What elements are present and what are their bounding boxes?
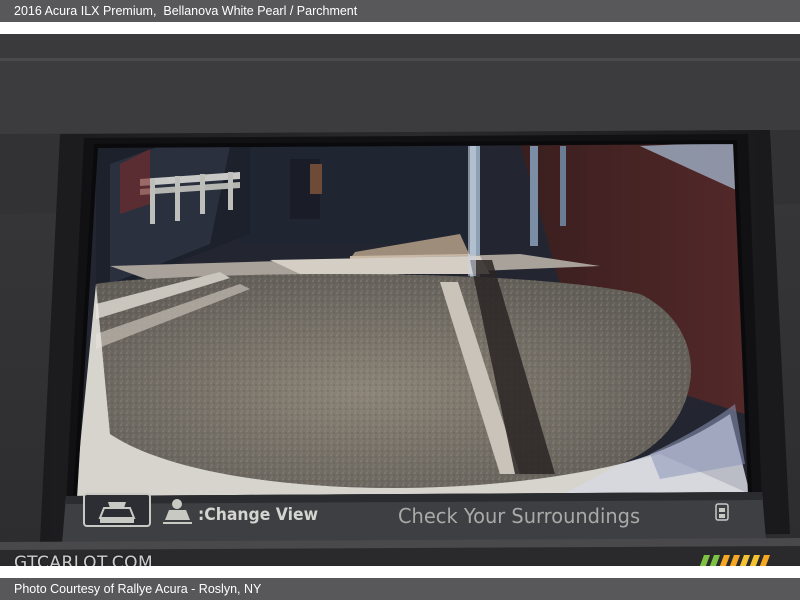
photo-credit-bar: Photo Courtesy of Rallye Acura - Roslyn,…	[0, 578, 800, 600]
check-surroundings-label: Check Your Surroundings	[398, 504, 641, 528]
top-divider	[0, 22, 800, 34]
photo-title-bar: 2016 Acura ILX Premium, Bellanova White …	[0, 0, 800, 22]
camera-view-icon[interactable]	[83, 493, 151, 527]
photo-credit: Photo Courtesy of Rallye Acura - Roslyn,…	[14, 582, 262, 596]
rear-camera-view	[75, 142, 750, 498]
vehicle-title: 2016 Acura ILX Premium,	[14, 4, 157, 18]
change-view-label[interactable]: :Change View	[198, 505, 318, 525]
vehicle-colors: Bellanova White Pearl / Parchment	[163, 4, 358, 18]
vehicle-photo	[0, 34, 800, 578]
bottom-divider	[0, 566, 800, 578]
